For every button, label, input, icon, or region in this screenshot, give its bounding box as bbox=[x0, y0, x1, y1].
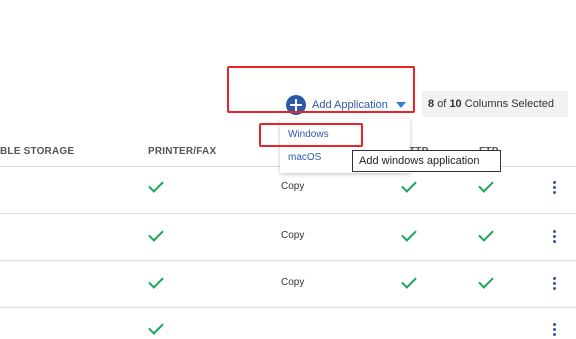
columns-total-count: 10 bbox=[449, 98, 462, 110]
columns-selected-button[interactable]: 8 of 10 Columns Selected bbox=[422, 91, 568, 117]
highlight-box-add-application bbox=[227, 66, 415, 113]
menu-item-macos[interactable]: macOS bbox=[288, 152, 321, 163]
row-actions-kebab-icon[interactable] bbox=[553, 277, 556, 290]
columns-selected-count: 8 bbox=[428, 98, 435, 110]
check-icon bbox=[148, 319, 164, 335]
check-icon bbox=[148, 177, 164, 193]
copy-cell: Copy bbox=[281, 277, 305, 288]
copy-cell: Copy bbox=[281, 230, 305, 241]
check-icon bbox=[401, 226, 417, 242]
column-header-storage[interactable]: BLE STORAGE bbox=[0, 146, 74, 157]
column-header-printer-fax[interactable]: PRINTER/FAX bbox=[148, 146, 216, 157]
copy-cell: Copy bbox=[281, 181, 305, 192]
check-icon bbox=[478, 226, 494, 242]
check-icon bbox=[478, 273, 494, 289]
row-divider bbox=[0, 307, 576, 308]
check-icon bbox=[148, 226, 164, 242]
check-icon bbox=[401, 177, 417, 193]
row-actions-kebab-icon[interactable] bbox=[553, 181, 556, 194]
columns-selected-suffix: Columns Selected bbox=[464, 98, 555, 110]
check-icon bbox=[478, 177, 494, 193]
tooltip: Add windows application bbox=[352, 150, 501, 172]
row-actions-kebab-icon[interactable] bbox=[553, 230, 556, 243]
row-actions-kebab-icon[interactable] bbox=[553, 323, 556, 336]
check-icon bbox=[401, 273, 417, 289]
check-icon bbox=[148, 273, 164, 289]
columns-of-word: of bbox=[437, 98, 447, 110]
highlight-box-windows bbox=[259, 123, 363, 147]
row-divider bbox=[0, 213, 576, 214]
row-divider bbox=[0, 260, 576, 261]
